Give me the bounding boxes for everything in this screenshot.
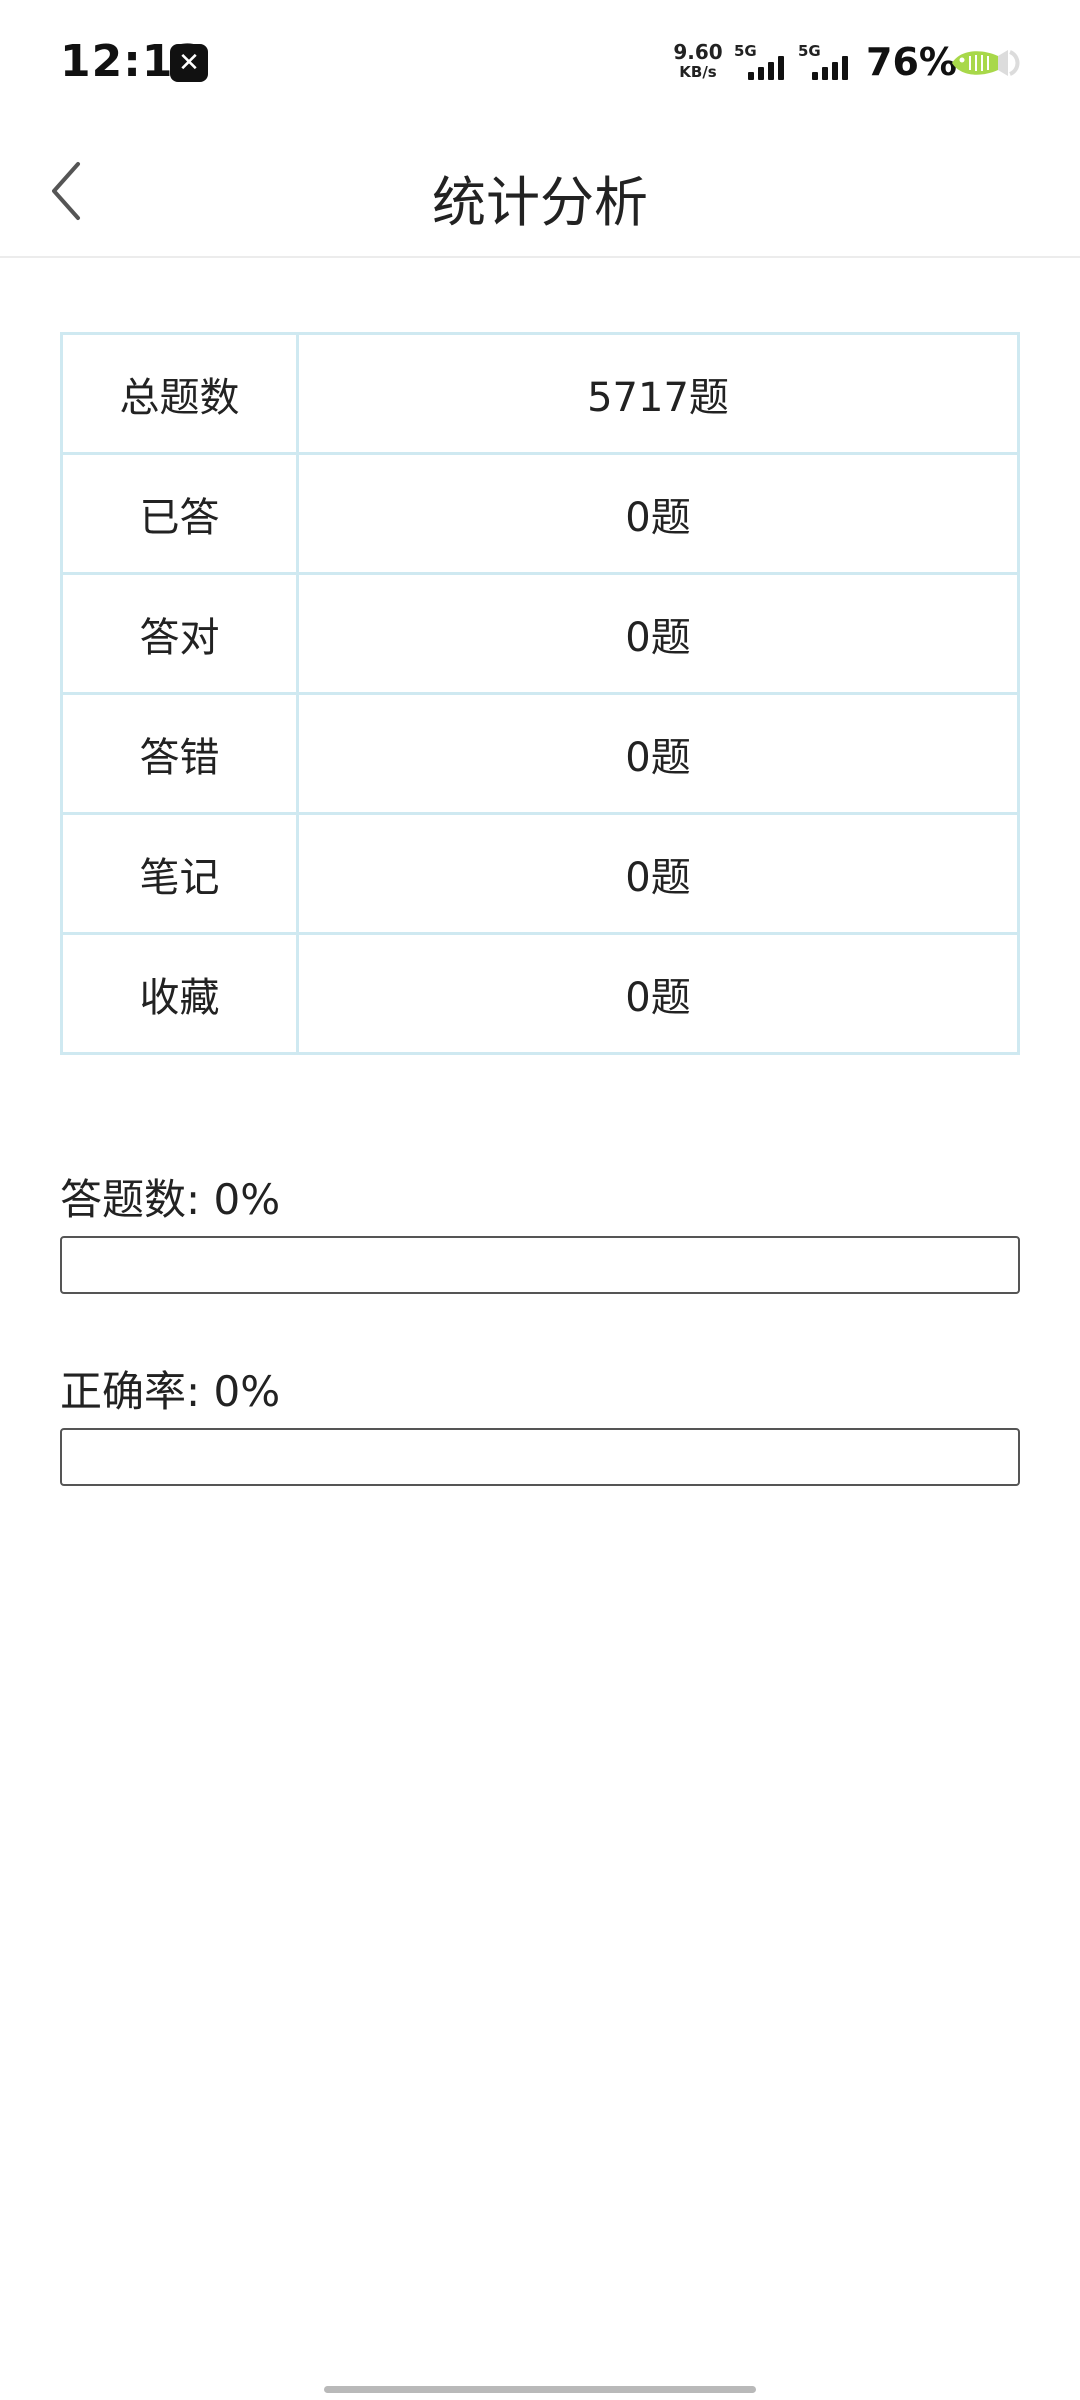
nav-bar: 统计分析 <box>0 126 1080 258</box>
stats-table: 总题数 5717题 已答 0题 答对 0题 答错 0题 笔记 0题 收藏 0题 <box>60 332 1020 1055</box>
battery-percent: 76% <box>866 40 957 84</box>
stat-label-answered: 已答 <box>60 452 299 575</box>
signal-icon-sim1: 5G <box>734 42 794 82</box>
stat-label-wrong: 答错 <box>60 692 299 815</box>
signal-icon-sim2: 5G <box>798 42 858 82</box>
page-title: 统计分析 <box>432 171 648 234</box>
answered-progress-label: 答题数: 0% <box>60 1175 281 1224</box>
stat-value-correct: 0题 <box>296 572 1020 695</box>
network-speed: 9.60 KB/s <box>672 42 724 82</box>
stat-value-favorites: 0题 <box>296 932 1020 1055</box>
table-row: 收藏 0题 <box>60 932 1020 1055</box>
stat-value-notes: 0题 <box>296 812 1020 935</box>
network-speed-unit: KB/s <box>679 63 717 81</box>
stat-label-total: 总题数 <box>60 332 299 455</box>
stat-value-total: 5717题 <box>296 332 1020 455</box>
table-row: 答错 0题 <box>60 692 1020 815</box>
stat-label-correct: 答对 <box>60 572 299 695</box>
answered-progress-bar <box>60 1236 1020 1294</box>
table-row: 总题数 5717题 <box>60 332 1020 455</box>
accuracy-progress-bar <box>60 1428 1020 1486</box>
stat-value-wrong: 0题 <box>296 692 1020 815</box>
stat-label-notes: 笔记 <box>60 812 299 935</box>
table-row: 笔记 0题 <box>60 812 1020 935</box>
accuracy-progress-label: 正确率: 0% <box>60 1367 281 1416</box>
stat-value-answered: 0题 <box>296 452 1020 575</box>
stat-label-favorites: 收藏 <box>60 932 299 1055</box>
network-speed-value: 9.60 <box>673 40 723 64</box>
capcut-icon: ✕ <box>170 44 208 82</box>
table-row: 答对 0题 <box>60 572 1020 695</box>
table-row: 已答 0题 <box>60 452 1020 575</box>
battery-fish-icon <box>952 50 1020 76</box>
status-bar: 12:13 ✕ 9.60 KB/s 5G 5G 76% <box>0 0 1080 126</box>
home-indicator[interactable] <box>324 2386 756 2393</box>
